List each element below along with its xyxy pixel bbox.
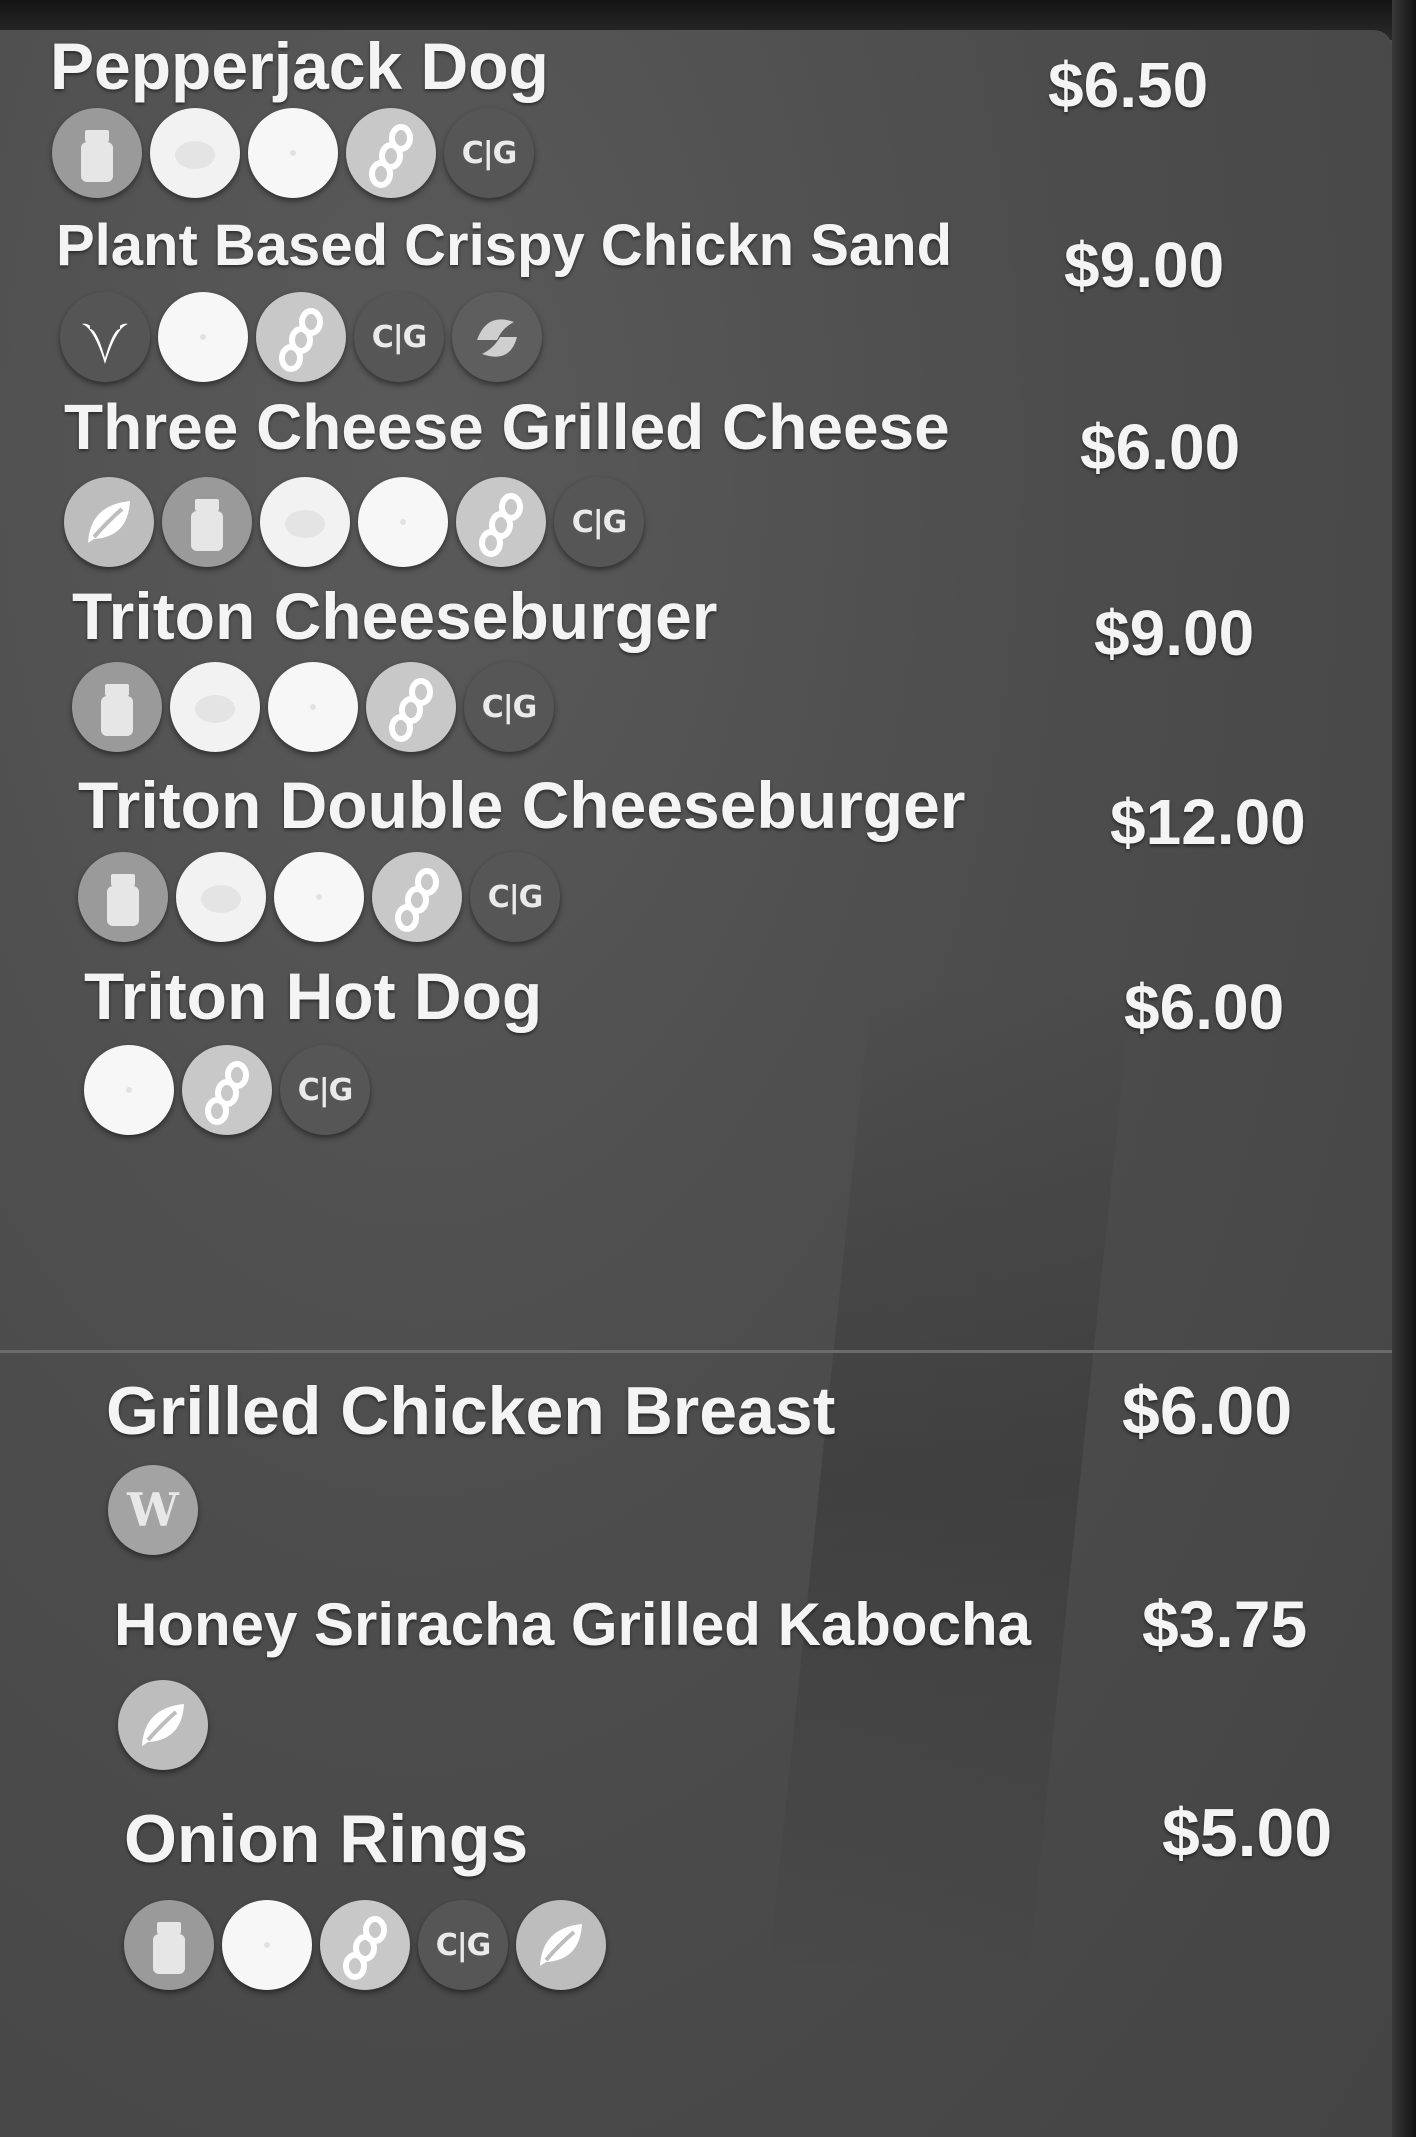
egg-icon (260, 477, 350, 567)
display-frame-right (1392, 0, 1416, 2137)
cig-icon: C|G (554, 477, 644, 567)
soy-icon (346, 108, 436, 198)
wheat-icon (268, 662, 358, 752)
item-name: Pepperjack Dog (50, 29, 549, 103)
dairy-icon (124, 1900, 214, 1990)
dairy-icon (162, 477, 252, 567)
item-price: $6.00 (1080, 411, 1241, 483)
wellness-icon: W (108, 1465, 198, 1555)
soy-icon (320, 1900, 410, 1990)
wheat-icon (248, 108, 338, 198)
wheat-icon (158, 292, 248, 382)
vegetarian-icon (118, 1680, 208, 1770)
soy-icon (456, 477, 546, 567)
cig-icon: C|G (418, 1900, 508, 1990)
allergen-icons: C|G (52, 108, 534, 198)
wheat-icon (84, 1045, 174, 1135)
soy-icon (366, 662, 456, 752)
allergen-icons: C|G (78, 852, 560, 942)
cig-icon: C|G (354, 292, 444, 382)
soy-icon (256, 292, 346, 382)
allergen-icons (118, 1680, 208, 1770)
vegetarian-icon (64, 477, 154, 567)
item-price: $6.50 (1048, 49, 1209, 121)
allergen-icons: C|G (124, 1900, 606, 1990)
egg-icon (176, 852, 266, 942)
item-name: Onion Rings (124, 1801, 529, 1877)
allergen-icons: C|G (72, 662, 554, 752)
soy-icon (182, 1045, 272, 1135)
item-name: Grilled Chicken Breast (106, 1373, 836, 1449)
cig-icon: C|G (444, 108, 534, 198)
cig-icon: C|G (464, 662, 554, 752)
wheat-icon (274, 852, 364, 942)
item-name: Plant Based Crispy Chickn Sand (56, 213, 953, 278)
item-price: $6.00 (1124, 971, 1285, 1043)
item-price: $3.75 (1142, 1587, 1308, 1661)
item-name: Triton Hot Dog (84, 959, 543, 1033)
vegetarian-icon (516, 1900, 606, 1990)
allergen-icons: C|G (60, 292, 542, 382)
egg-icon (150, 108, 240, 198)
item-price: $9.00 (1094, 597, 1255, 669)
section-divider (0, 1350, 1392, 1353)
egg-icon (170, 662, 260, 752)
sesame-icon (452, 292, 542, 382)
cig-icon: C|G (280, 1045, 370, 1135)
soy-icon (372, 852, 462, 942)
item-price: $5.00 (1162, 1795, 1333, 1871)
item-name: Three Cheese Grilled Cheese (64, 391, 950, 463)
item-price: $12.00 (1110, 786, 1306, 858)
item-name: Honey Sriracha Grilled Kabocha (114, 1591, 1031, 1658)
dairy-icon (78, 852, 168, 942)
allergen-icons: C|G (64, 477, 644, 567)
cig-icon: C|G (470, 852, 560, 942)
item-price: $9.00 (1064, 229, 1225, 301)
item-name: Triton Double Cheeseburger (78, 768, 966, 842)
wheat-icon (222, 1900, 312, 1990)
vegan-icon (60, 292, 150, 382)
allergen-icons: W (108, 1465, 198, 1555)
item-name: Triton Cheeseburger (72, 579, 718, 653)
dairy-icon (52, 108, 142, 198)
dairy-icon (72, 662, 162, 752)
allergen-icons: C|G (84, 1045, 370, 1135)
item-price: $6.00 (1122, 1373, 1293, 1449)
wheat-icon (358, 477, 448, 567)
